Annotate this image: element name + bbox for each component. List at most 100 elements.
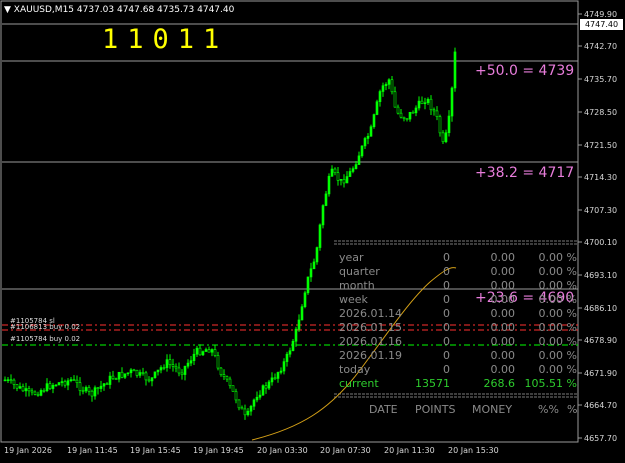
candle-body [267, 381, 271, 389]
candle-body [231, 385, 235, 392]
candle-body [60, 381, 64, 383]
stat-money: 0.00 [490, 279, 516, 292]
candle-body [249, 405, 253, 412]
candle-body [291, 340, 295, 352]
candle-body [387, 79, 391, 85]
y-tick-label: 4714.30 [584, 173, 618, 182]
candle-body [237, 399, 241, 409]
candle-body [363, 138, 367, 147]
stat-points: 0 [443, 349, 450, 362]
candle-body [414, 107, 418, 114]
y-axis-ticks [578, 13, 582, 439]
stat-pct: 0.00 % [538, 321, 577, 334]
y-tick-label: 4707.30 [584, 206, 618, 215]
order-label-buy-2: #1105784 buy 0.02 [10, 335, 81, 343]
candle-body [12, 379, 16, 385]
candle-body [36, 394, 40, 396]
stats-header-money: MONEY [472, 403, 513, 416]
candle-body [156, 369, 160, 373]
candle-body [192, 353, 196, 361]
stat-points: 0 [443, 307, 450, 320]
candle-body [213, 349, 217, 356]
stats-header-points: POINTS [415, 403, 456, 416]
y-tick-label: 4671.90 [584, 369, 618, 378]
big-number: 11011 [102, 24, 229, 55]
y-tick-label: 4735.70 [584, 75, 618, 84]
candle-body [330, 168, 334, 177]
candle-body [42, 390, 46, 392]
stat-label: current [339, 377, 379, 390]
candle-body [357, 155, 361, 165]
candle-body [120, 371, 124, 378]
candle-body [57, 382, 61, 386]
y-tick-label: 4664.70 [584, 401, 618, 410]
candle-body [141, 372, 145, 374]
candle-body [360, 145, 364, 157]
stat-pct: 0.00 % [538, 349, 577, 362]
y-tick-label: 4678.90 [584, 336, 618, 345]
candle-body [69, 379, 73, 382]
stat-points: 0 [443, 265, 450, 278]
x-tick-label: 20 Jan 07:30 [320, 446, 371, 455]
candle-body [159, 367, 163, 371]
stat-pct: 0.00 % [538, 363, 577, 376]
stat-money: 268.6 [483, 377, 516, 390]
candle-body [216, 355, 220, 369]
candle-body [123, 373, 127, 378]
candle-body [444, 132, 448, 143]
candle-body [153, 371, 157, 378]
candle-body [210, 349, 214, 353]
candle-body [333, 168, 337, 174]
candle-body [147, 379, 151, 382]
stat-label: 2026.01.15 [339, 321, 402, 334]
stats-header-pct2: % [567, 403, 578, 416]
candle-body [96, 387, 100, 389]
candle-body [108, 375, 112, 385]
candle-body [339, 179, 343, 181]
fib-label-38: +38.2 = 4717 [475, 165, 575, 181]
candle-body [309, 268, 313, 278]
candle-body [99, 385, 103, 389]
candle-body [411, 111, 415, 114]
candle-body [219, 367, 223, 375]
symbol-info: ▼ XAUUSD,M15 4737.03 4747.68 4735.73 474… [4, 5, 234, 15]
candle-body [369, 126, 373, 137]
candle-body [348, 171, 352, 177]
candle-body [165, 359, 169, 368]
candle-body [201, 351, 205, 356]
stat-points: 13571 [415, 377, 450, 390]
stat-money: 0.00 [490, 321, 516, 334]
candle-body [45, 383, 49, 391]
candles-group [3, 47, 457, 420]
candle-body [3, 379, 7, 382]
candle-body [114, 378, 118, 380]
candle-body [258, 394, 262, 398]
y-tick-label: 4657.70 [584, 434, 618, 443]
candle-body [138, 372, 142, 376]
stat-label: today [339, 363, 371, 376]
candle-body [408, 111, 412, 120]
x-tick-label: 19 Jan 15:45 [130, 446, 181, 455]
candle-body [189, 360, 193, 364]
stats-header-pct: %% [538, 403, 559, 416]
stat-points: 0 [443, 321, 450, 334]
candle-body [186, 362, 190, 367]
candle-body [177, 367, 181, 374]
fib-label-50: +50.0 = 4739 [475, 63, 575, 79]
candle-body [117, 371, 121, 380]
candle-body [51, 385, 55, 389]
candle-body [324, 193, 328, 206]
stat-pct: 0.00 % [538, 279, 577, 292]
x-tick-label: 19 Jan 11:45 [67, 446, 118, 455]
stat-label: 2026.01.19 [339, 349, 402, 362]
stat-money: 0.00 [490, 265, 516, 278]
candle-body [87, 387, 91, 392]
stat-pct: 0.00 % [538, 307, 577, 320]
candle-body [132, 369, 136, 372]
candle-body [429, 98, 433, 111]
candle-body [345, 176, 349, 184]
stat-money: 0.00 [490, 335, 516, 348]
stat-pct: 0.00 % [538, 251, 577, 264]
candle-body [270, 377, 274, 383]
candle-body [162, 367, 166, 369]
